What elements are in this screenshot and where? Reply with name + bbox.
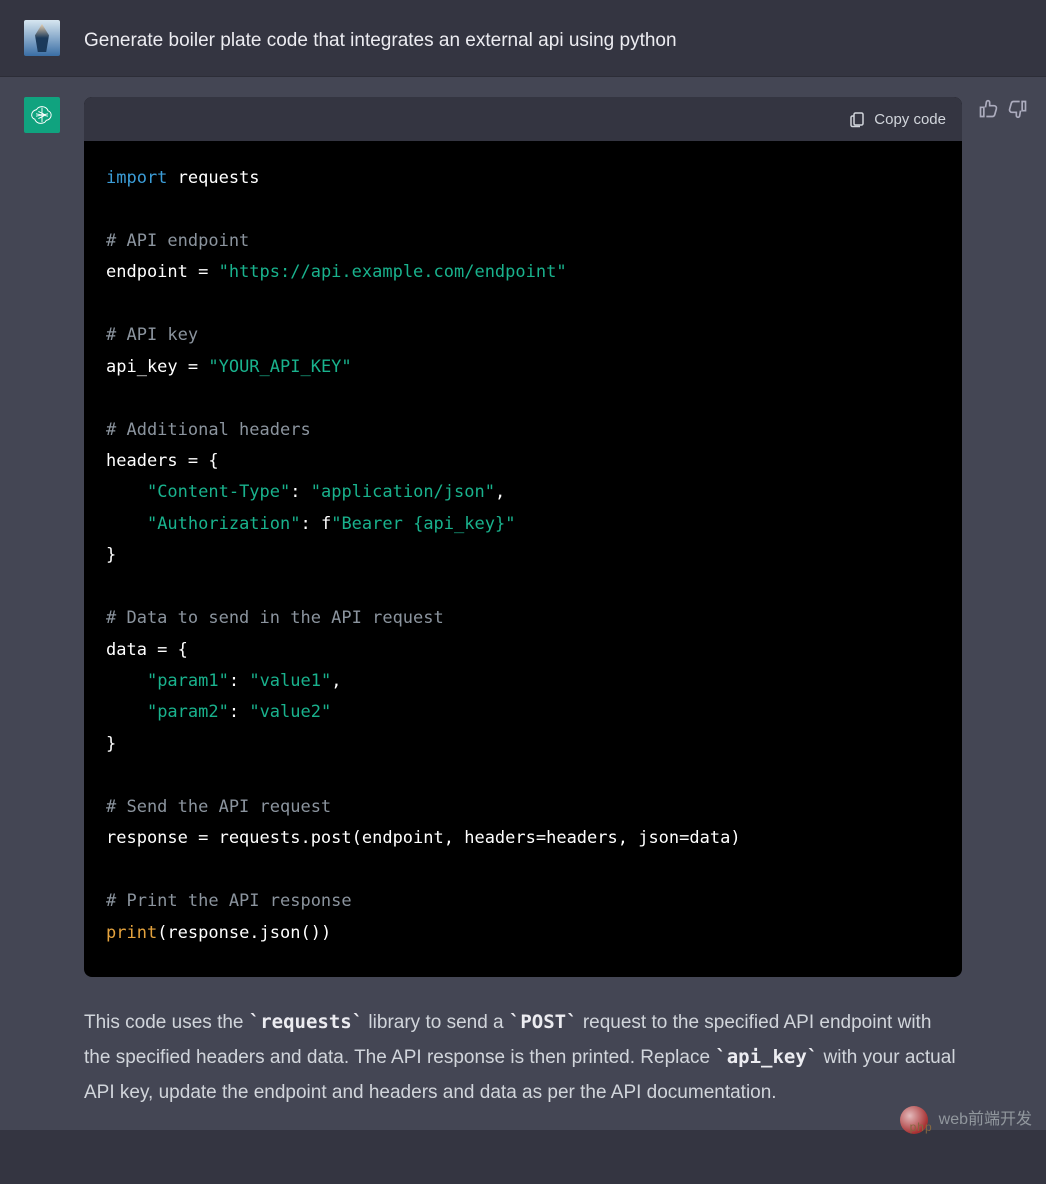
thumbs-up-icon[interactable] — [978, 99, 998, 119]
assistant-message-row: Copy code import requests # API endpoint… — [0, 77, 1046, 1130]
thumbs-down-icon[interactable] — [1008, 99, 1028, 119]
watermark-text: web前端开发 — [939, 1108, 1032, 1133]
copy-code-label: Copy code — [874, 111, 946, 128]
openai-logo-icon — [30, 103, 54, 127]
code-block-header: Copy code — [84, 97, 962, 141]
user-message-text: Generate boiler plate code that integrat… — [84, 20, 1022, 56]
watermark: php web前端开发 — [900, 1104, 1032, 1137]
watermark-sub: php — [910, 1118, 933, 1137]
code-content[interactable]: import requests # API endpoint endpoint … — [84, 141, 962, 977]
assistant-explanation: This code uses the `requests` library to… — [84, 1005, 962, 1110]
clipboard-icon — [848, 110, 866, 128]
user-message-row: Generate boiler plate code that integrat… — [0, 0, 1046, 77]
feedback-buttons — [978, 99, 1028, 119]
assistant-avatar — [24, 97, 60, 133]
copy-code-button[interactable]: Copy code — [848, 110, 946, 128]
code-block: Copy code import requests # API endpoint… — [84, 97, 962, 977]
user-avatar — [24, 20, 60, 56]
assistant-content: Copy code import requests # API endpoint… — [84, 97, 1022, 1110]
